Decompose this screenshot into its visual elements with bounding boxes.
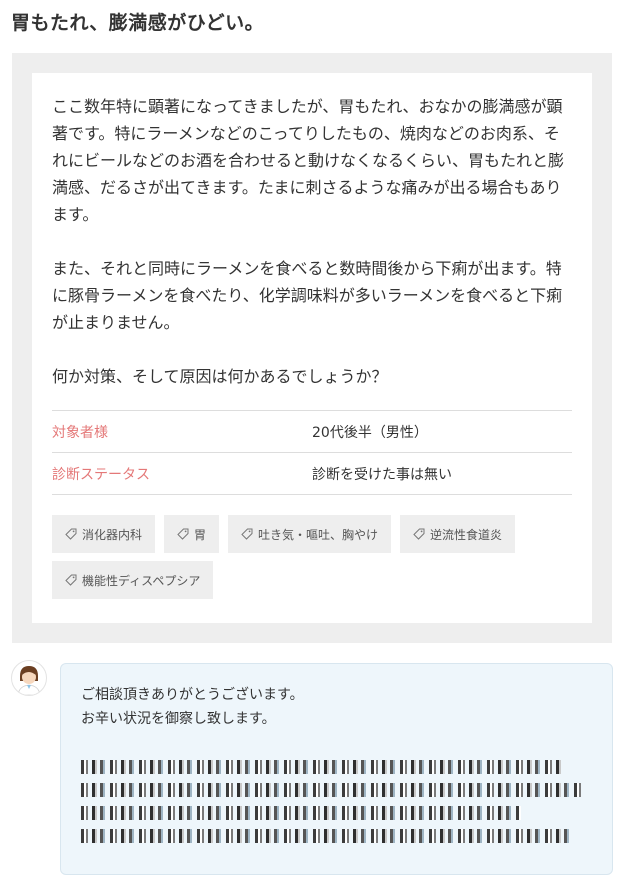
blurred-line — [81, 829, 571, 843]
meta-row-diagnosis: 診断ステータス 診断を受けた事は無い — [52, 453, 572, 495]
answer-text: ご相談頂きありがとうございます。 お辛い状況を御察し致します。 — [81, 683, 304, 731]
tag-label: 吐き気・嘔吐、胸やけ — [258, 527, 379, 542]
meta-value: 診断を受けた事は無い — [312, 466, 452, 483]
tag-label: 機能性ディスペプシア — [82, 573, 201, 588]
question-meta-table: 対象者様 20代後半（男性） 診断ステータス 診断を受けた事は無い — [52, 410, 572, 495]
meta-label: 診断ステータス — [52, 466, 150, 483]
question-panel: ここ数年特に顕著になってきましたが、胃もたれ、おなかの膨満感が顕著です。特にラー… — [12, 53, 612, 643]
tag-icon — [65, 528, 77, 540]
meta-label: 対象者様 — [52, 424, 108, 441]
blurred-line — [81, 760, 561, 774]
tag-link[interactable]: 逆流性食道炎 — [400, 515, 516, 553]
meta-row-target: 対象者様 20代後半（男性） — [52, 411, 572, 453]
answer-line: お辛い状況を御察し致します。 — [81, 711, 276, 727]
answer-line: ご相談頂きありがとうございます。 — [81, 687, 304, 703]
question-body: ここ数年特に顕著になってきましたが、胃もたれ、おなかの膨満感が顕著です。特にラー… — [52, 93, 572, 390]
question-title: 胃もたれ、膨満感がひどい。 — [11, 12, 265, 34]
question-paragraph: また、それと同時にラーメンを食べると数時間後から下痢が出ます。特に豚骨ラーメンを… — [52, 259, 563, 332]
tag-link[interactable]: 胃 — [164, 515, 220, 553]
tag-link[interactable]: 吐き気・嘔吐、胸やけ — [228, 515, 392, 553]
question-paragraph: 何か対策、そして原因は何かあるでしょうか？ — [52, 367, 388, 386]
tag-icon — [241, 528, 253, 540]
tag-label: 逆流性食道炎 — [430, 527, 503, 542]
blurred-line — [81, 806, 521, 820]
tag-icon — [177, 528, 189, 540]
tag-list: 消化器内科 胃 吐き気・嘔吐、胸やけ 逆流性食道炎 機能性ディスペプシア — [52, 515, 572, 599]
meta-value: 20代後半（男性） — [312, 424, 428, 441]
blurred-line — [81, 783, 581, 797]
question-paragraph: ここ数年特に顕著になってきましたが、胃もたれ、おなかの膨満感が顕著です。特にラー… — [52, 97, 565, 224]
tag-link[interactable]: 消化器内科 — [52, 515, 156, 553]
tag-icon — [65, 574, 77, 586]
question-card: ここ数年特に顕著になってきましたが、胃もたれ、おなかの膨満感が顕著です。特にラー… — [32, 73, 592, 623]
blurred-answer-content — [81, 760, 581, 852]
answer-bubble: ご相談頂きありがとうございます。 お辛い状況を御察し致します。 — [60, 663, 613, 875]
tag-label: 胃 — [194, 527, 207, 542]
tag-icon — [413, 528, 425, 540]
doctor-avatar-icon — [11, 660, 47, 696]
tag-label: 消化器内科 — [82, 527, 143, 542]
tag-link[interactable]: 機能性ディスペプシア — [52, 561, 214, 599]
